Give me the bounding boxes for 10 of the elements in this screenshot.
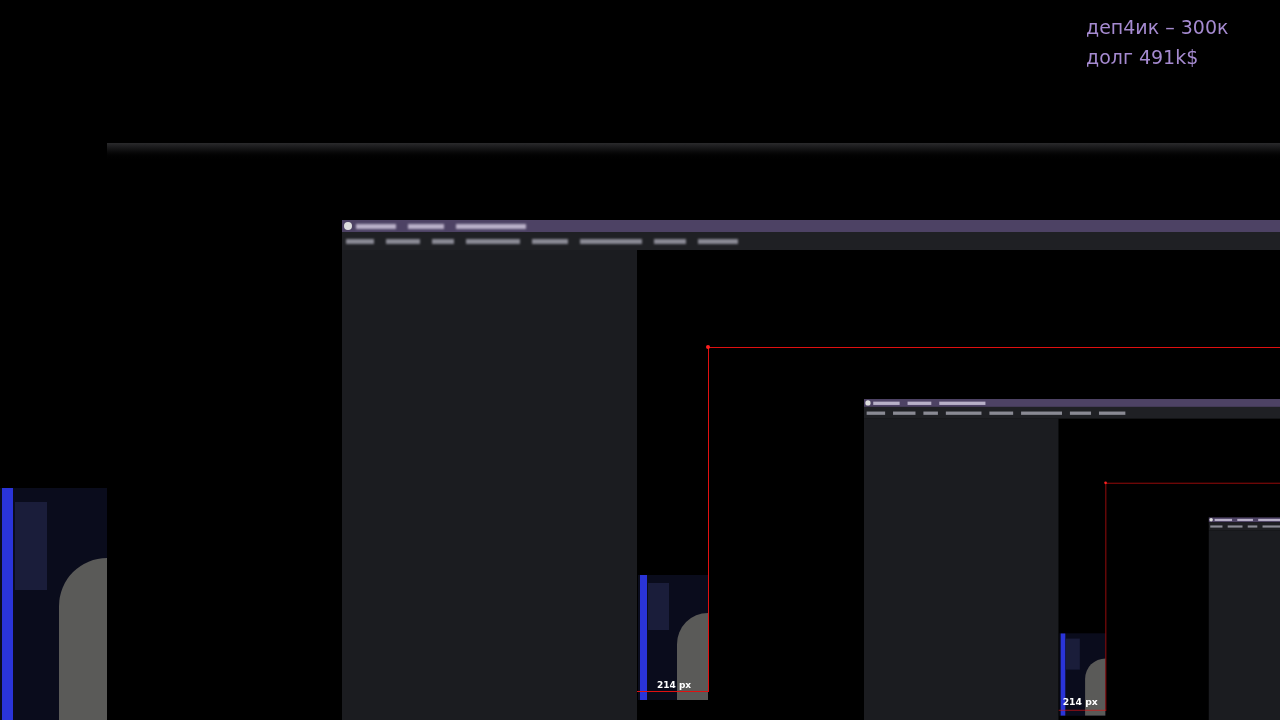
app-logo-icon xyxy=(865,400,871,406)
overlay-text: долг 491k$ xyxy=(1086,45,1200,70)
measure-line xyxy=(637,691,709,692)
overlay-text: деп4ик – 300к xyxy=(1086,15,1229,40)
selection-handle-icon xyxy=(706,345,710,349)
selection-handle-icon xyxy=(1104,481,1107,485)
measure-label: 214 px xyxy=(657,680,692,690)
illegible-menu-drawing xyxy=(1214,518,1280,522)
app-logo-icon xyxy=(344,222,352,230)
app-logo-icon xyxy=(1209,518,1213,522)
